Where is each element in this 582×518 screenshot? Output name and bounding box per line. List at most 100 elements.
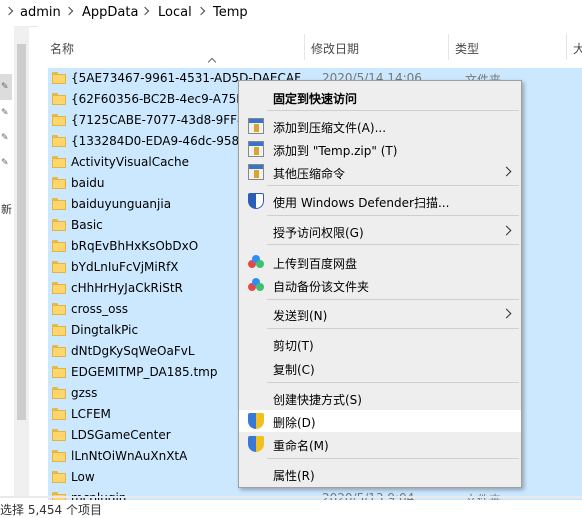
menu-separator [267, 244, 519, 245]
menu-add-zip[interactable]: 添加到 "Temp.zip" (T) [239, 138, 521, 160]
folder-icon [52, 72, 66, 84]
file-name: Basic [71, 218, 103, 232]
context-menu: 固定到快速访问 添加到压缩文件(A)... 添加到 "Temp.zip" (T)… [238, 80, 522, 488]
chevron-right-icon [196, 6, 206, 16]
folder-icon [52, 177, 66, 189]
winrar-archive-icon [248, 118, 264, 134]
folder-icon [52, 135, 66, 147]
menu-cut[interactable]: 剪切(T) [239, 333, 521, 355]
folder-icon [52, 387, 66, 399]
chevron-right-icon [64, 6, 74, 16]
status-bar: 选择 5,454 个项目 [0, 500, 582, 517]
column-header: 名称 修改日期 类型 大 [38, 26, 582, 67]
winrar-archive-icon [248, 164, 264, 180]
menu-separator [267, 328, 519, 329]
baidu-netdisk-icon [248, 254, 264, 270]
file-name: bYdLnIuFcVjMiRfX [71, 260, 179, 274]
breadcrumb-local[interactable]: Local [158, 5, 192, 20]
file-name: Low [71, 470, 95, 484]
baidu-netdisk-icon [248, 277, 264, 293]
file-name: dNtDgKySqWeOaFvL [71, 344, 195, 358]
file-name: {62F60356-BC2B-4ec9-A75B- [71, 92, 249, 106]
folder-icon [52, 345, 66, 357]
file-name: baidu [71, 176, 105, 190]
file-name: lLnNtOiWnAuXnXtA [71, 449, 188, 463]
folder-icon [52, 93, 66, 105]
menu-separator [267, 110, 519, 111]
nav-item-label[interactable]: 新 [1, 201, 12, 217]
folder-icon [52, 219, 66, 231]
uac-shield-icon [248, 413, 264, 429]
file-name: DingtalkPic [71, 323, 139, 337]
file-name: baiduyunguanjia [71, 197, 172, 211]
pin-icon: ✎ [1, 158, 9, 168]
folder-icon [52, 303, 66, 315]
folder-icon [52, 240, 66, 252]
file-name: EDGEMITMP_DA185.tmp [71, 365, 218, 379]
submenu-arrow-icon [501, 166, 512, 177]
menu-pin-quick-access[interactable]: 固定到快速访问 [239, 86, 521, 108]
column-name[interactable]: 名称 [50, 40, 74, 57]
breadcrumb-temp[interactable]: Temp [213, 5, 248, 20]
menu-separator [267, 299, 519, 300]
pin-icon: ✎ [1, 133, 9, 143]
menu-grant-access[interactable]: 授予访问权限(G) [239, 220, 521, 242]
menu-create-shortcut[interactable]: 创建快捷方式(S) [239, 387, 521, 409]
column-divider[interactable] [566, 34, 567, 60]
pin-icon: ✎ [1, 108, 9, 118]
folder-icon [52, 324, 66, 336]
folder-icon [52, 450, 66, 462]
breadcrumb-admin[interactable]: admin [20, 5, 61, 20]
chevron-right-icon [4, 6, 14, 16]
column-divider[interactable] [304, 34, 305, 60]
column-type[interactable]: 类型 [455, 40, 479, 57]
folder-icon [52, 366, 66, 378]
file-name: {7125CABE-7077-43d8-9FF4- [71, 113, 250, 127]
folder-icon [52, 156, 66, 168]
menu-separator [267, 458, 519, 459]
address-bar[interactable]: admin AppData Local Temp [0, 0, 582, 27]
column-size[interactable]: 大 [573, 40, 582, 57]
submenu-arrow-icon [501, 308, 512, 319]
sort-ascending-icon [207, 57, 217, 67]
file-name: cross_oss [71, 302, 128, 316]
chevron-right-icon [140, 6, 150, 16]
horizontal-scrollbar[interactable] [0, 496, 582, 498]
folder-icon [52, 282, 66, 294]
defender-shield-icon [248, 193, 264, 209]
menu-add-archive[interactable]: 添加到压缩文件(A)... [239, 115, 521, 137]
menu-separator [267, 215, 519, 216]
folder-icon [52, 471, 66, 483]
column-date[interactable]: 修改日期 [311, 40, 359, 57]
file-name: {133284D0-EDA9-46dc-9587- [71, 134, 252, 148]
winrar-archive-icon [248, 141, 264, 157]
menu-delete[interactable]: 删除(D) [239, 410, 521, 432]
navigation-pane[interactable]: ✎ ✎ ✎ ✎ 新 [0, 26, 14, 496]
file-name: LDSGameCenter [71, 428, 171, 442]
menu-other-compress[interactable]: 其他压缩命令 [239, 161, 521, 183]
folder-icon [52, 198, 66, 210]
folder-icon [52, 114, 66, 126]
folder-icon [52, 408, 66, 420]
file-name: cHhHrHyJaCkRiStR [71, 281, 183, 295]
menu-auto-backup[interactable]: 自动备份该文件夹 [239, 274, 521, 296]
selection-count: 选择 5,454 个项目 [0, 503, 102, 517]
pin-icon: ✎ [1, 82, 9, 92]
file-name: gzss [71, 386, 98, 400]
nav-scrollbar-thumb[interactable] [17, 44, 26, 420]
submenu-arrow-icon [501, 225, 512, 236]
menu-separator [267, 185, 519, 186]
breadcrumb-appdata[interactable]: AppData [82, 5, 138, 20]
file-name: ActivityVisualCache [71, 155, 190, 169]
file-name: LCFEM [71, 407, 111, 421]
menu-separator [267, 382, 519, 383]
menu-properties[interactable]: 属性(R) [239, 463, 521, 485]
menu-copy[interactable]: 复制(C) [239, 357, 521, 379]
menu-upload-baidu[interactable]: 上传到百度网盘 [239, 251, 521, 273]
column-divider[interactable] [448, 34, 449, 60]
menu-send-to[interactable]: 发送到(N) [239, 303, 521, 325]
menu-defender-scan[interactable]: 使用 Windows Defender扫描... [239, 190, 521, 212]
menu-rename[interactable]: 重命名(M) [239, 433, 521, 455]
folder-icon [52, 429, 66, 441]
folder-icon [52, 261, 66, 273]
